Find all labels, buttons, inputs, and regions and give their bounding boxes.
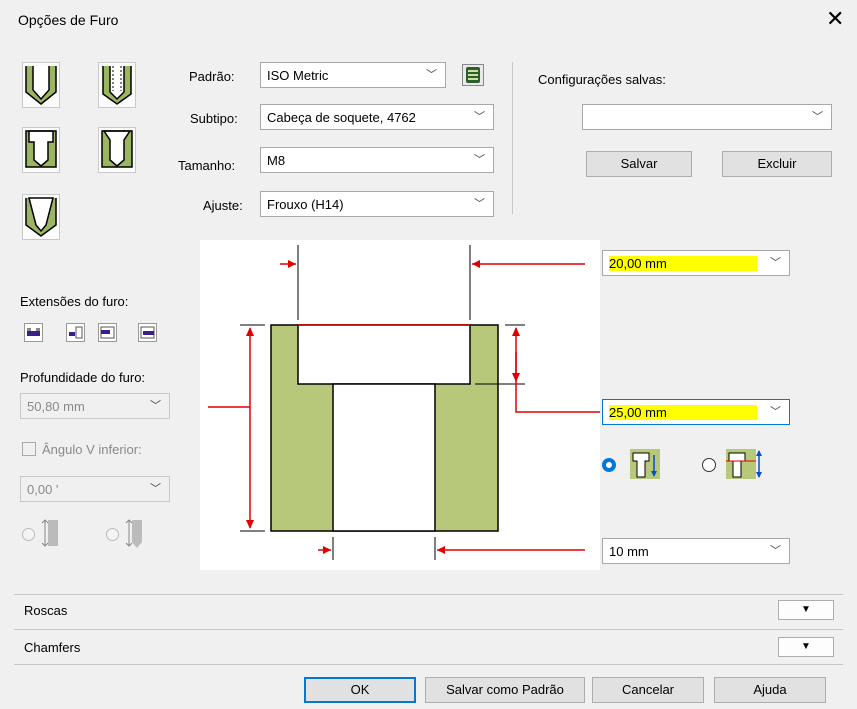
threaded-hole-button[interactable] <box>98 62 136 108</box>
extent-to-face-icon <box>100 326 115 339</box>
hole-depth-input[interactable]: 50,80 mm ﹀ <box>20 393 170 419</box>
threads-expand-button[interactable]: ▼ <box>778 600 834 620</box>
close-icon[interactable]: ✕ <box>826 6 844 32</box>
hole-depth-label: Profundidade do furo: <box>20 370 146 385</box>
chevron-down-icon: ﹀ <box>770 406 781 418</box>
threaded-hole-icon <box>102 66 132 105</box>
counterbore-cavity <box>297 324 471 385</box>
hole-diameter-value: 10 mm <box>609 544 649 559</box>
ok-button[interactable]: OK <box>304 677 416 703</box>
threads-section-label: Roscas <box>24 603 68 618</box>
extent-between-button[interactable] <box>138 323 157 342</box>
depth-from-top-radio[interactable] <box>602 458 616 472</box>
extent-between-icon <box>140 326 155 339</box>
chevron-down-icon: ﹀ <box>770 545 781 557</box>
subtype-value: Cabeça de soquete, 4762 <box>267 110 416 125</box>
saved-configs-select[interactable]: ﹀ <box>582 104 832 130</box>
counterbore-depth-input[interactable]: 25,00 mm ﹀ <box>602 399 790 425</box>
countersink-hole-button[interactable] <box>22 194 60 240</box>
size-select[interactable]: M8 ﹀ <box>260 147 494 173</box>
save-config-label: Salvar <box>620 156 658 171</box>
extent-distance-button[interactable] <box>24 323 43 342</box>
depth-from-shoulder-icon <box>726 449 762 479</box>
angled-bottom-radio[interactable] <box>106 528 119 541</box>
section-divider <box>14 629 843 630</box>
help-label: Ajuda <box>753 682 787 697</box>
chamfers-section-label: Chamfers <box>24 640 81 655</box>
delete-config-label: Excluir <box>757 156 797 171</box>
saved-configs-label: Configurações salvas: <box>538 72 666 87</box>
save-as-default-button[interactable]: Salvar como Padrão <box>425 677 585 703</box>
hole-diameter-input[interactable]: 10 mm ﹀ <box>602 538 790 564</box>
counterbore-diameter-value: 20,00 mm <box>609 256 757 271</box>
bottom-angle-value: 0,00 ' <box>27 482 59 497</box>
chevron-down-icon: ﹀ <box>474 154 485 166</box>
bottom-angle-checkbox[interactable] <box>22 442 36 456</box>
bottom-angle-label: Ângulo V inferior: <box>42 442 142 457</box>
extent-through-all-icon <box>69 326 83 339</box>
section-divider <box>14 594 843 595</box>
subtype-label: Subtipo: <box>190 111 238 126</box>
hole-diagram <box>200 240 600 570</box>
through-hole-cavity <box>332 383 436 532</box>
chevron-down-icon: ﹀ <box>474 111 485 123</box>
fit-value: Frouxo (H14) <box>267 197 344 212</box>
chevron-down-icon: ﹀ <box>426 69 437 81</box>
fit-label: Ajuste: <box>203 198 243 213</box>
flat-bottom-radio[interactable] <box>22 528 35 541</box>
delete-config-button[interactable]: Excluir <box>722 151 832 177</box>
standard-value: ISO Metric <box>267 68 329 83</box>
counterbore-hole-icon <box>25 130 57 168</box>
chevron-down-icon: ﹀ <box>770 257 781 269</box>
cancel-button[interactable]: Cancelar <box>592 677 704 703</box>
extent-distance-icon <box>27 328 40 336</box>
hole-depth-value: 50,80 mm <box>27 399 85 414</box>
size-value: M8 <box>267 153 286 168</box>
save-as-default-label: Salvar como Padrão <box>446 682 564 697</box>
flat-bottom-icon <box>41 519 58 547</box>
extent-through-all-button[interactable] <box>66 323 85 342</box>
countersink-sunk-hole-button[interactable] <box>98 127 136 173</box>
standard-select[interactable]: ISO Metric ﹀ <box>260 62 446 88</box>
standard-library-button[interactable] <box>462 64 484 86</box>
expand-icon: ▼ <box>801 604 811 615</box>
section-divider <box>14 664 843 665</box>
depth-from-shoulder-radio[interactable] <box>702 458 716 472</box>
countersink-sunk-hole-icon <box>101 130 133 168</box>
save-config-button[interactable]: Salvar <box>586 151 692 177</box>
dialog-title: Opções de Furo <box>18 12 119 28</box>
simple-drill-hole-button[interactable] <box>22 62 60 108</box>
standard-label: Padrão: <box>189 69 235 84</box>
chamfers-expand-button[interactable]: ▼ <box>778 637 834 657</box>
chevron-down-icon: ﹀ <box>150 483 161 495</box>
ok-label: OK <box>350 682 370 697</box>
chevron-down-icon: ﹀ <box>812 111 823 123</box>
hole-extents-label: Extensões do furo: <box>20 294 129 309</box>
countersink-hole-icon <box>25 197 57 237</box>
counterbore-hole-button[interactable] <box>22 127 60 173</box>
simple-drill-hole-icon <box>25 66 57 105</box>
counterbore-depth-value: 25,00 mm <box>609 405 757 420</box>
cancel-label: Cancelar <box>621 682 675 697</box>
chevron-down-icon: ﹀ <box>150 400 161 412</box>
subtype-select[interactable]: Cabeça de soquete, 4762 ﹀ <box>260 104 494 130</box>
stack-icon <box>466 67 480 83</box>
extent-to-face-button[interactable] <box>98 323 117 342</box>
help-button[interactable]: Ajuda <box>714 677 826 703</box>
vertical-divider <box>512 62 513 214</box>
expand-icon: ▼ <box>801 641 811 652</box>
fit-select[interactable]: Frouxo (H14) ﹀ <box>260 191 494 217</box>
size-label: Tamanho: <box>178 158 236 173</box>
bottom-angle-input[interactable]: 0,00 ' ﹀ <box>20 476 170 502</box>
chevron-down-icon: ﹀ <box>474 198 485 210</box>
angled-bottom-icon <box>125 519 142 548</box>
depth-from-top-icon <box>630 449 660 479</box>
counterbore-diameter-input[interactable]: 20,00 mm ﹀ <box>602 250 790 276</box>
